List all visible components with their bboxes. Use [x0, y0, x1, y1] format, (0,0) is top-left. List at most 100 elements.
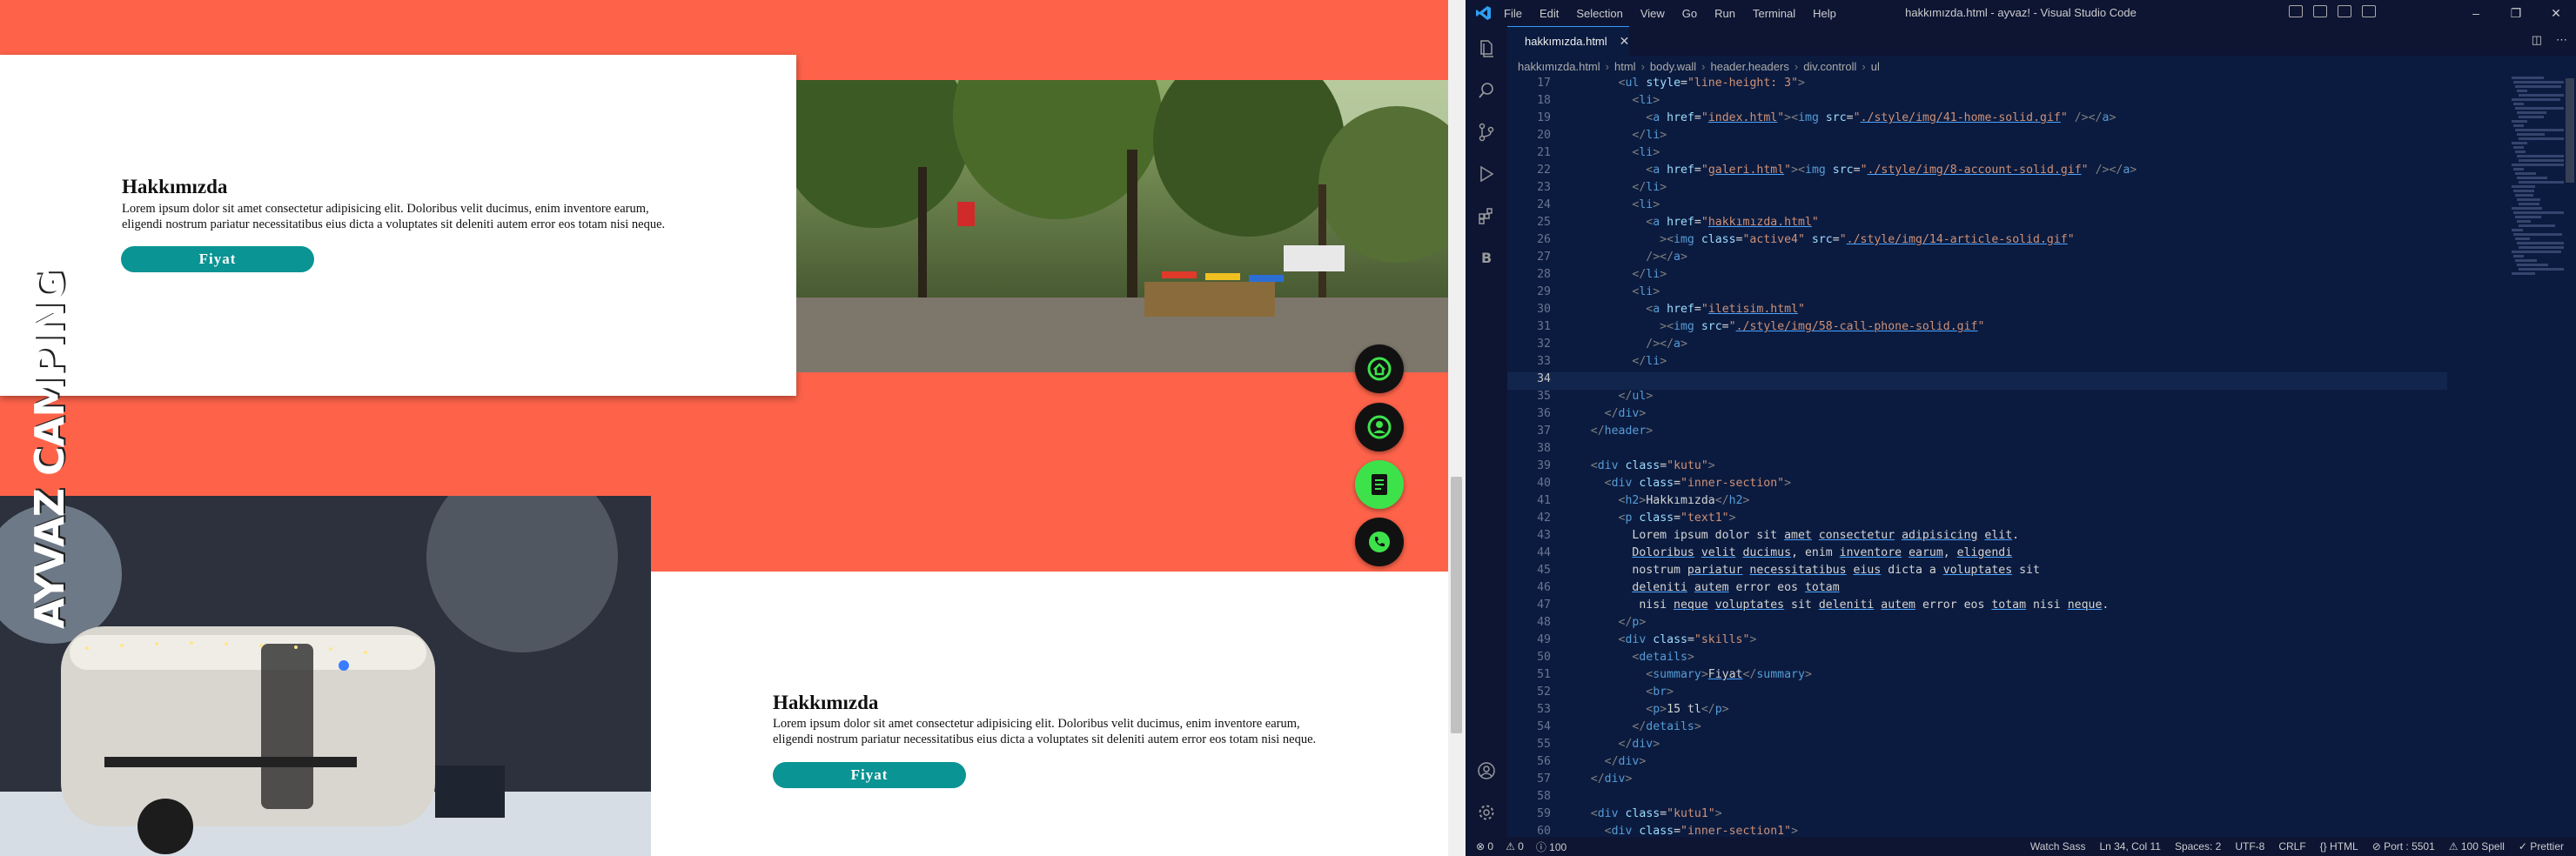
split-editor-icon[interactable]: ◫	[2532, 33, 2542, 47]
tab-close-icon[interactable]: ✕	[1620, 34, 1630, 49]
line-number: 24	[1537, 198, 1551, 211]
source-control-icon[interactable]	[1476, 122, 1497, 143]
code-line[interactable]: 40 <div class="inner-section">	[1507, 477, 2447, 494]
minimap[interactable]	[2508, 77, 2572, 275]
info-count[interactable]: ⓘ 100	[1536, 839, 1566, 854]
account-icon[interactable]	[1476, 760, 1497, 781]
menu-edit[interactable]: Edit	[1540, 7, 1559, 20]
status-indentation[interactable]: Spaces: 2	[2175, 840, 2221, 853]
nav-phone-button[interactable]	[1355, 518, 1404, 566]
code-line[interactable]: 30 <a href="iletisim.html"	[1507, 303, 2447, 320]
status-language[interactable]: {} HTML	[2320, 840, 2358, 853]
bootstrap-extension-icon[interactable]: B	[1476, 247, 1497, 268]
minimize-icon[interactable]: –	[2456, 6, 2496, 20]
menu-selection[interactable]: Selection	[1576, 7, 1622, 20]
code-line[interactable]: 41 <h2>Hakkımızda</h2>	[1507, 494, 2447, 512]
code-line[interactable]: 33 </li>	[1507, 355, 2447, 372]
code-line[interactable]: 18 <li>	[1507, 94, 2447, 111]
menu-terminal[interactable]: Terminal	[1753, 7, 1795, 20]
code-line[interactable]: 57 </div>	[1507, 772, 2447, 790]
code-line[interactable]: 32 /></a>	[1507, 338, 2447, 355]
code-line[interactable]: 43 Lorem ipsum dolor sit amet consectetu…	[1507, 529, 2447, 546]
toggle-secondary-sidebar-icon[interactable]	[2338, 5, 2351, 17]
status-watch-sass[interactable]: Watch Sass	[2030, 840, 2086, 853]
breadcrumb-item[interactable]: body.wall	[1650, 60, 1696, 73]
code-line[interactable]: 23 </li>	[1507, 181, 2447, 198]
code-line[interactable]: 50 <details>	[1507, 651, 2447, 668]
code-editor[interactable]: 17 <ul style="line-height: 3"> 18 <li> 19 …	[1507, 77, 2447, 855]
code-line[interactable]: 55 </div>	[1507, 738, 2447, 755]
code-line[interactable]: 39 <div class="kutu">	[1507, 459, 2447, 477]
code-line[interactable]: 26 ><img class="active4" src="./style/im…	[1507, 233, 2447, 251]
code-line[interactable]: 52 <br>	[1507, 685, 2447, 703]
run-debug-icon[interactable]	[1476, 164, 1497, 184]
code-line[interactable]: 22 <a href="galeri.html"><img src="./sty…	[1507, 164, 2447, 181]
code-line[interactable]: 58	[1507, 790, 2447, 807]
search-icon[interactable]	[1476, 80, 1497, 101]
code-line[interactable]: 44 Doloribus velit ducimus, enim invento…	[1507, 546, 2447, 564]
status-cursor-position[interactable]: Ln 34, Col 11	[2099, 840, 2161, 853]
editor-scrollbar[interactable]	[2564, 77, 2576, 837]
code-line[interactable]: 38	[1507, 442, 2447, 459]
breadcrumb-item[interactable]: div.controll	[1803, 60, 1856, 73]
code-line[interactable]: 20 </li>	[1507, 129, 2447, 146]
tab-hakkimizda[interactable]: hakkımızda.html ✕	[1507, 26, 1629, 56]
close-icon[interactable]: ✕	[2536, 6, 2576, 21]
customize-layout-icon[interactable]	[2362, 5, 2376, 17]
menu-go[interactable]: Go	[1682, 7, 1697, 20]
breadcrumb-item[interactable]: ul	[1871, 60, 1880, 73]
code-line[interactable]: 36 </div>	[1507, 407, 2447, 425]
code-line[interactable]: 54 </details>	[1507, 720, 2447, 738]
breadcrumb-item[interactable]: header.headers	[1710, 60, 1788, 73]
toggle-sidebar-icon[interactable]	[2289, 5, 2303, 17]
code-line[interactable]: 35 </ul>	[1507, 390, 2447, 407]
warnings-count[interactable]: ⚠ 0	[1506, 840, 1524, 853]
menu-run[interactable]: Run	[1714, 7, 1735, 20]
price-button[interactable]: Fiyat	[773, 762, 966, 788]
code-line[interactable]: 56 </div>	[1507, 755, 2447, 772]
price-button[interactable]: Fiyat	[121, 246, 314, 272]
breadcrumb-item[interactable]: html	[1614, 60, 1636, 73]
page-scrollbar-thumb[interactable]	[1451, 477, 1462, 733]
settings-gear-icon[interactable]	[1476, 802, 1497, 823]
code-line[interactable]: 53 <p>15 tl</p>	[1507, 703, 2447, 720]
code-line[interactable]: 25 <a href="hakkımızda.html"	[1507, 216, 2447, 233]
errors-count[interactable]: ⊗ 0	[1476, 840, 1493, 853]
editor-scrollbar-thumb[interactable]	[2566, 78, 2574, 183]
status-spell[interactable]: ⚠ 100 Spell	[2449, 840, 2505, 853]
status-eol[interactable]: CRLF	[2278, 840, 2305, 853]
code-line[interactable]: 29 <li>	[1507, 285, 2447, 303]
status-encoding[interactable]: UTF-8	[2235, 840, 2264, 853]
code-line[interactable]: 19 <a href="index.html"><img src="./styl…	[1507, 111, 2447, 129]
restore-icon[interactable]: ❐	[2496, 6, 2536, 21]
code-line[interactable]: 27 /></a>	[1507, 251, 2447, 268]
code-line[interactable]: 21 <li>	[1507, 146, 2447, 164]
menu-view[interactable]: View	[1640, 7, 1665, 20]
code-line[interactable]: 34	[1507, 372, 2447, 390]
explorer-icon[interactable]	[1476, 38, 1497, 59]
code-line[interactable]: 37 </header>	[1507, 425, 2447, 442]
code-line[interactable]: 45 nostrum pariatur necessitatibus eius …	[1507, 564, 2447, 581]
code-line[interactable]: 49 <div class="skills">	[1507, 633, 2447, 651]
code-line[interactable]: 42 <p class="text1">	[1507, 512, 2447, 529]
code-line[interactable]: 24 <li>	[1507, 198, 2447, 216]
status-live-server-port[interactable]: ⊘ Port : 5501	[2372, 840, 2435, 853]
nav-article-button[interactable]	[1355, 460, 1404, 509]
nav-account-button[interactable]	[1355, 403, 1404, 451]
more-actions-icon[interactable]: ⋯	[2556, 33, 2567, 47]
code-line[interactable]: 47 nisi neque voluptates sit deleniti au…	[1507, 599, 2447, 616]
code-line[interactable]: 28 </li>	[1507, 268, 2447, 285]
code-line[interactable]: 59 <div class="kutu1">	[1507, 807, 2447, 825]
nav-home-button[interactable]	[1355, 344, 1404, 393]
toggle-panel-icon[interactable]	[2313, 5, 2327, 17]
code-line[interactable]: 48 </p>	[1507, 616, 2447, 633]
breadcrumb-item[interactable]: hakkımızda.html	[1518, 60, 1600, 73]
status-prettier[interactable]: ✓ Prettier	[2519, 840, 2564, 853]
menu-help[interactable]: Help	[1813, 7, 1836, 20]
code-line[interactable]: 46 deleniti autem error eos totam	[1507, 581, 2447, 599]
code-line[interactable]: 31 ><img src="./style/img/58-call-phone-…	[1507, 320, 2447, 338]
menu-file[interactable]: File	[1504, 7, 1522, 20]
code-line[interactable]: 17 <ul style="line-height: 3">	[1507, 77, 2447, 94]
extensions-icon[interactable]	[1476, 205, 1497, 226]
code-line[interactable]: 51 <summary>Fiyat</summary>	[1507, 668, 2447, 685]
